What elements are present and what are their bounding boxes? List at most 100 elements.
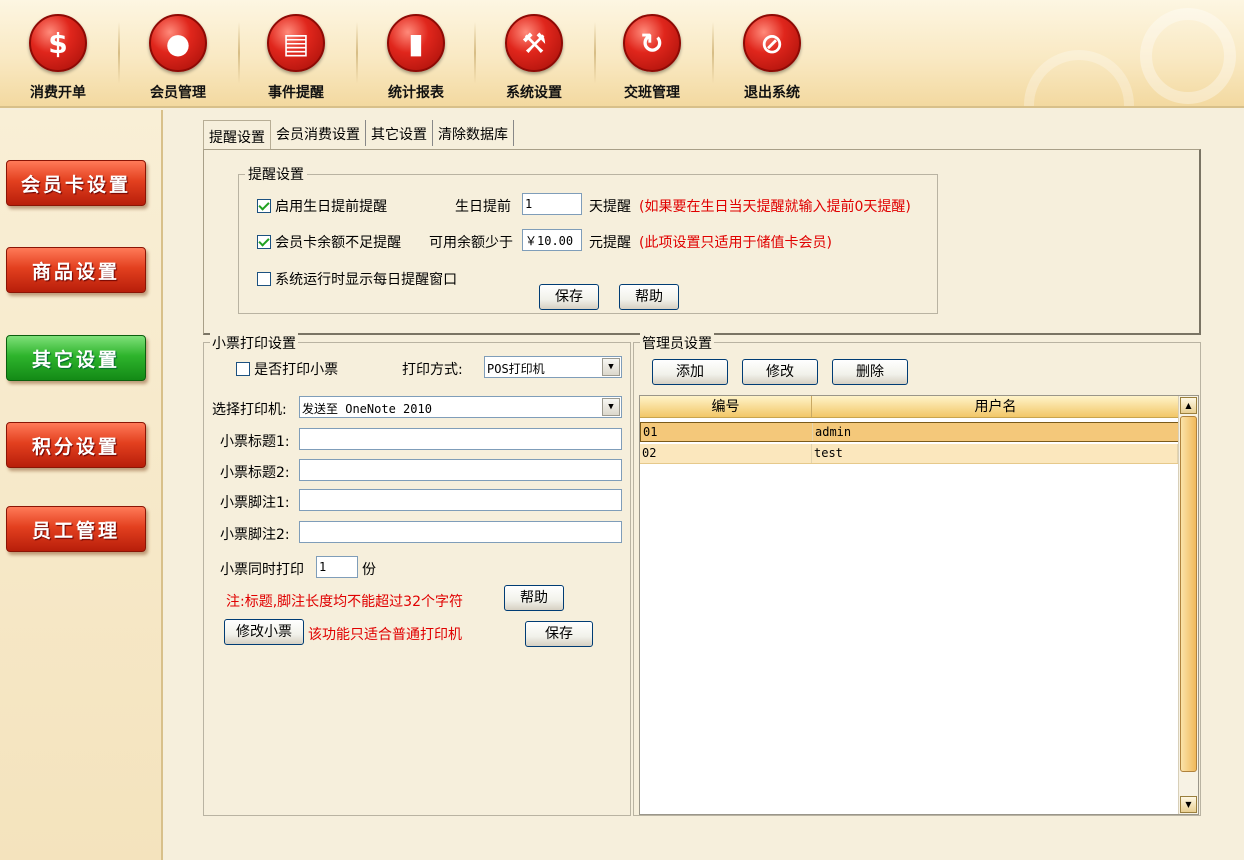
reminder-save-button[interactable]: 保存 [539,284,599,310]
admin-panel-title: 管理员设置 [640,333,714,353]
modify-receipt-button[interactable]: 修改小票 [224,619,304,645]
daily-reminder-label: 系统运行时显示每日提醒窗口 [275,272,458,288]
decorative-swirl [1024,50,1134,106]
receipt-panel-title: 小票打印设置 [210,333,298,353]
sidebar-item-member-card-settings[interactable]: 会员卡设置 [6,160,146,206]
chevron-down-icon[interactable]: ▼ [602,398,620,416]
receipt-save-button[interactable]: 保存 [525,621,593,647]
toolbar-button-statistics-report[interactable]: ▮ 统计报表 [366,14,466,106]
toolbar-label: 统计报表 [388,85,444,101]
birthday-reminder-label: 启用生日提前提醒 [275,199,388,215]
toolbar-button-exit-system[interactable]: ⊘ 退出系统 [722,14,822,106]
reminder-group: 提醒设置 启用生日提前提醒 生日提前 天提醒 (如果要在生日当天提醒就输入提前0… [238,164,938,314]
tab-clear-database[interactable]: 清除数据库 [433,120,514,146]
sidebar-item-other-settings[interactable]: 其它设置 [6,335,146,381]
balance-unit: 元提醒 [589,235,631,251]
toolbar-separator [356,22,358,84]
birthday-reminder-checkbox[interactable] [257,199,271,213]
tab-bar: 提醒设置 会员消费设置 其它设置 清除数据库 [203,120,514,150]
table-header: 编号 用户名 [640,396,1180,418]
refresh-icon: ↻ [623,14,681,72]
decorative-swirl [1140,8,1236,104]
column-header-id[interactable]: 编号 [640,396,812,417]
tab-other-settings[interactable]: 其它设置 [366,120,433,146]
sidebar-item-product-settings[interactable]: 商品设置 [6,247,146,293]
main-content: 提醒设置 会员消费设置 其它设置 清除数据库 提醒设置 启用生日提前提醒 生日提… [203,120,1203,816]
footer2-label: 小票脚注2: [220,527,290,543]
toolbar-label: 会员管理 [150,85,206,101]
add-admin-button[interactable]: 添加 [652,359,728,385]
birthday-note: (如果要在生日当天提醒就输入提前0天提醒) [639,199,911,215]
receipt-help-button[interactable]: 帮助 [504,585,564,611]
birthday-days-unit: 天提醒 [589,199,631,215]
toolbar-button-system-settings[interactable]: ⚒ 系统设置 [484,14,584,106]
toolbar-separator [712,22,714,84]
receipt-title2-input[interactable] [299,459,622,481]
toolbar-button-member-management[interactable]: ● 会员管理 [128,14,228,106]
admin-settings-panel: 管理员设置 添加 修改 删除 编号 用户名 01 admin 02 test ▲… [633,333,1201,816]
toolbar-label: 消费开单 [30,85,86,101]
cell-id: 02 [640,444,812,463]
birthday-reminder-row: 启用生日提前提醒 [257,196,387,216]
scroll-up-icon[interactable]: ▲ [1180,397,1197,414]
daily-reminder-row: 系统运行时显示每日提醒窗口 [257,269,457,289]
birthday-days-input[interactable] [522,193,582,215]
toolbar-button-event-reminder[interactable]: ▤ 事件提醒 [246,14,346,106]
cell-username: test [812,444,1178,463]
scroll-down-icon[interactable]: ▼ [1180,796,1197,813]
bar-chart-icon: ▮ [387,14,445,72]
birthday-before-label: 生日提前 [455,199,511,215]
print-receipt-row: 是否打印小票 [236,359,338,379]
toolbar-button-shift-handover[interactable]: ↻ 交班管理 [602,14,702,106]
balance-reminder-checkbox[interactable] [257,235,271,249]
print-mode-select[interactable]: POS打印机 ▼ [484,356,622,378]
toolbar-label: 交班管理 [624,85,680,101]
table-row[interactable]: 02 test [640,444,1180,464]
tab-reminder-settings[interactable]: 提醒设置 [203,120,271,150]
user-icon: ● [149,14,207,72]
cell-id: 01 [641,423,813,441]
dollar-icon: $ [29,14,87,72]
printer-select[interactable]: 发送至 OneNote 2010 ▼ [299,396,622,418]
tab-member-consume-settings[interactable]: 会员消费设置 [271,120,366,146]
toolbar-label: 退出系统 [744,85,800,101]
toolbar-button-consume-order[interactable]: $ 消费开单 [8,14,108,106]
table-row[interactable]: 01 admin [640,422,1180,442]
sidebar-item-points-settings[interactable]: 积分设置 [6,422,146,468]
delete-admin-button[interactable]: 删除 [832,359,908,385]
print-receipt-checkbox[interactable] [236,362,250,376]
toolbar-separator [238,22,240,84]
scrollbar-thumb[interactable] [1180,416,1197,772]
copies-input[interactable] [316,556,358,578]
title2-label: 小票标题2: [220,465,290,481]
receipt-footer1-input[interactable] [299,489,622,511]
title1-label: 小票标题1: [220,434,290,450]
chevron-down-icon[interactable]: ▼ [602,358,620,376]
main-toolbar: $ 消费开单 ● 会员管理 ▤ 事件提醒 ▮ 统计报表 ⚒ 系统设置 ↻ 交班管… [0,0,1244,108]
edit-admin-button[interactable]: 修改 [742,359,818,385]
left-sidebar: 会员卡设置 商品设置 其它设置 积分设置 员工管理 [0,110,163,860]
balance-reminder-row: 会员卡余额不足提醒 [257,232,401,252]
toolbar-label: 事件提醒 [268,85,324,101]
print-mode-value: POS打印机 [487,362,545,376]
modify-receipt-note: 该功能只适合普通打印机 [308,627,462,643]
cell-username: admin [813,423,1179,441]
printer-label: 选择打印机: [212,402,287,418]
daily-reminder-checkbox[interactable] [257,272,271,286]
receipt-title1-input[interactable] [299,428,622,450]
balance-threshold-input[interactable] [522,229,582,251]
balance-less-label: 可用余额少于 [429,235,513,251]
receipt-footer2-input[interactable] [299,521,622,543]
reminder-tab-panel: 提醒设置 启用生日提前提醒 生日提前 天提醒 (如果要在生日当天提醒就输入提前0… [203,149,1201,335]
balance-reminder-label: 会员卡余额不足提醒 [275,235,402,251]
toolbar-separator [474,22,476,84]
admin-table: 编号 用户名 01 admin 02 test ▲ ▼ [639,395,1199,815]
sidebar-item-staff-management[interactable]: 员工管理 [6,506,146,552]
balance-note: (此项设置只适用于储值卡会员) [639,235,832,251]
reminder-help-button[interactable]: 帮助 [619,284,679,310]
no-entry-icon: ⊘ [743,14,801,72]
column-header-username[interactable]: 用户名 [812,396,1180,417]
print-receipt-label: 是否打印小票 [254,362,339,378]
toolbar-separator [118,22,120,84]
vertical-scrollbar[interactable]: ▲ ▼ [1178,396,1198,814]
